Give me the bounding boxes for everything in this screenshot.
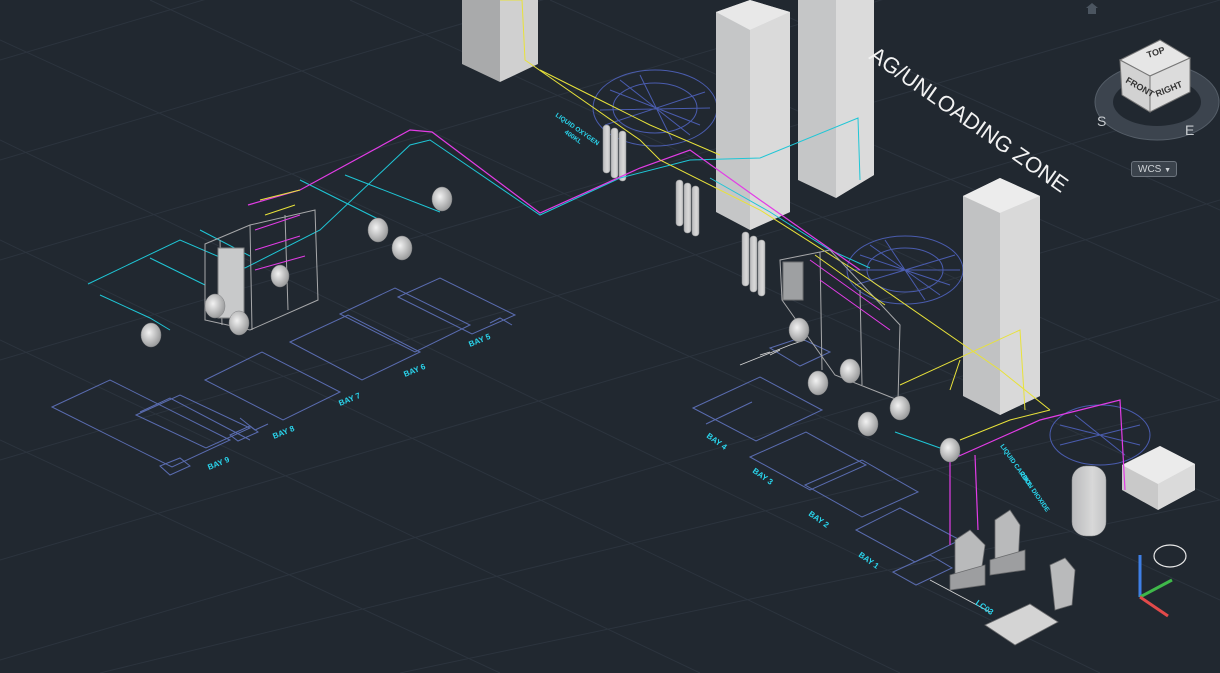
compass-east: E — [1185, 122, 1194, 138]
ucs-selector-value: WCS — [1138, 164, 1162, 175]
home-icon[interactable] — [1084, 1, 1100, 15]
ucs-selector[interactable]: WCS ▼ — [1131, 161, 1177, 177]
model-viewport[interactable]: BAY 9 BAY 8 BAY 7 BAY 6 BAY 5 BAY 4 BAY … — [0, 0, 1220, 673]
chevron-down-icon: ▼ — [1164, 167, 1171, 174]
compass-south: S — [1097, 113, 1106, 129]
